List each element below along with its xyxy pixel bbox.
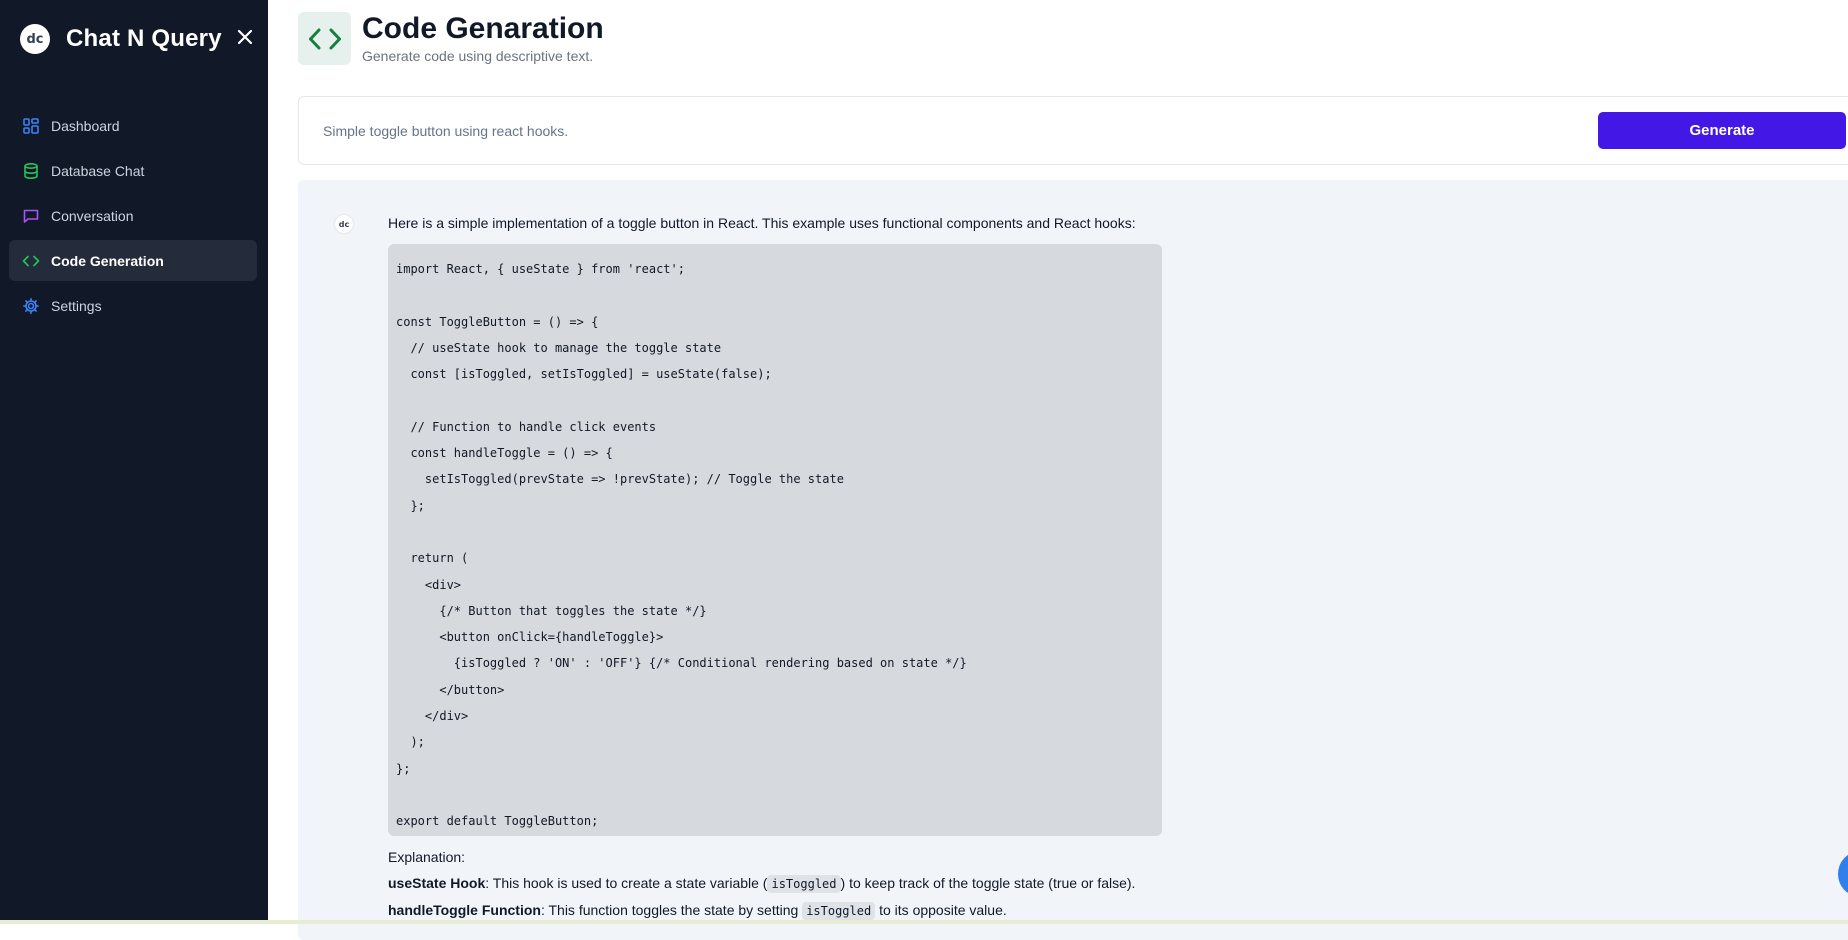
explanation-text: to its opposite value.	[875, 902, 1007, 918]
bot-avatar: dc	[334, 214, 354, 234]
sidebar-item-settings[interactable]: Settings	[9, 285, 257, 326]
code-block: import React, { useState } from 'react';…	[388, 244, 1162, 836]
explanation-label: Explanation:	[388, 849, 466, 865]
code-line: setIsToggled(prevState => !prevState); /…	[396, 472, 844, 487]
generate-button[interactable]: Generate	[1598, 112, 1846, 149]
explanation-item: handleToggle Function: This function tog…	[388, 902, 1007, 920]
header-code-icon-badge	[298, 12, 351, 65]
code-line: // useState hook to manage the toggle st…	[396, 340, 722, 355]
code-icon	[22, 252, 40, 270]
explanation-text: : This hook is used to create a state va…	[485, 875, 768, 891]
sidebar-item-conversation[interactable]: Conversation	[9, 195, 257, 236]
code-line: return (	[396, 551, 469, 566]
gear-icon	[22, 297, 40, 315]
sidebar-item-code-generation[interactable]: Code Generation	[9, 240, 257, 281]
sidebar-item-dashboard[interactable]: Dashboard	[9, 105, 257, 146]
inline-code: isToggled	[767, 875, 841, 893]
code-line: </div>	[396, 709, 469, 724]
page-title: Code Genaration	[362, 12, 604, 45]
explanation-text: ) to keep track of the toggle state (tru…	[840, 875, 1136, 891]
code-line: );	[396, 735, 425, 750]
bottom-strip	[0, 920, 1848, 924]
code-line: // Function to handle click events	[396, 419, 657, 434]
code-line: <div>	[396, 577, 462, 592]
sidebar-item-label: Database Chat	[51, 162, 145, 179]
database-icon	[22, 162, 40, 180]
brand: dc Chat N Query	[20, 22, 222, 56]
message-square-icon	[22, 207, 40, 225]
code-line: const [isToggled, setIsToggled] = useSta…	[396, 367, 772, 382]
code-icon	[308, 28, 341, 49]
response-intro: Here is a simple implementation of a tog…	[388, 215, 1136, 231]
sidebar-item-label: Code Generation	[51, 252, 164, 269]
prompt-bar: Generate	[298, 96, 1848, 165]
inline-code: isToggled	[802, 902, 876, 920]
code-line: };	[396, 761, 411, 776]
close-icon	[237, 29, 253, 45]
app-logo: dc	[20, 24, 50, 54]
close-sidebar-button[interactable]	[234, 24, 256, 50]
app-title: Chat N Query	[66, 25, 222, 52]
code-line: </button>	[396, 682, 505, 697]
code-line: };	[396, 498, 425, 513]
page-subtitle: Generate code using descriptive text.	[362, 48, 594, 64]
sidebar-nav: Dashboard Database Chat Conversation Cod…	[9, 105, 257, 330]
explanation-text: : This function toggles the state by set…	[540, 902, 803, 918]
sidebar-item-label: Settings	[51, 297, 102, 314]
code-line: <button onClick={handleToggle}>	[396, 630, 664, 645]
response-panel: dc Here is a simple implementation of a …	[298, 180, 1848, 940]
sidebar: dc Chat N Query Dashboard Database Chat …	[0, 0, 268, 924]
code-line: const ToggleButton = () => {	[396, 314, 599, 329]
code-line: {/* Button that toggles the state */}	[396, 603, 707, 618]
explanation-item: useState Hook: This hook is used to crea…	[388, 875, 1136, 893]
prompt-input[interactable]	[321, 117, 1375, 145]
code-line: const handleToggle = () => {	[396, 446, 613, 461]
dashboard-icon	[22, 117, 40, 135]
sidebar-item-label: Conversation	[51, 207, 134, 224]
sidebar-item-database-chat[interactable]: Database Chat	[9, 150, 257, 191]
code-line: export default ToggleButton;	[396, 814, 599, 829]
code-line: import React, { useState } from 'react';	[396, 262, 685, 276]
explanation-term: handleToggle Function	[388, 902, 541, 918]
code-line: {isToggled ? 'ON' : 'OFF'} {/* Condition…	[396, 656, 967, 671]
sidebar-item-label: Dashboard	[51, 117, 120, 134]
explanation-term: useState Hook	[388, 875, 486, 891]
